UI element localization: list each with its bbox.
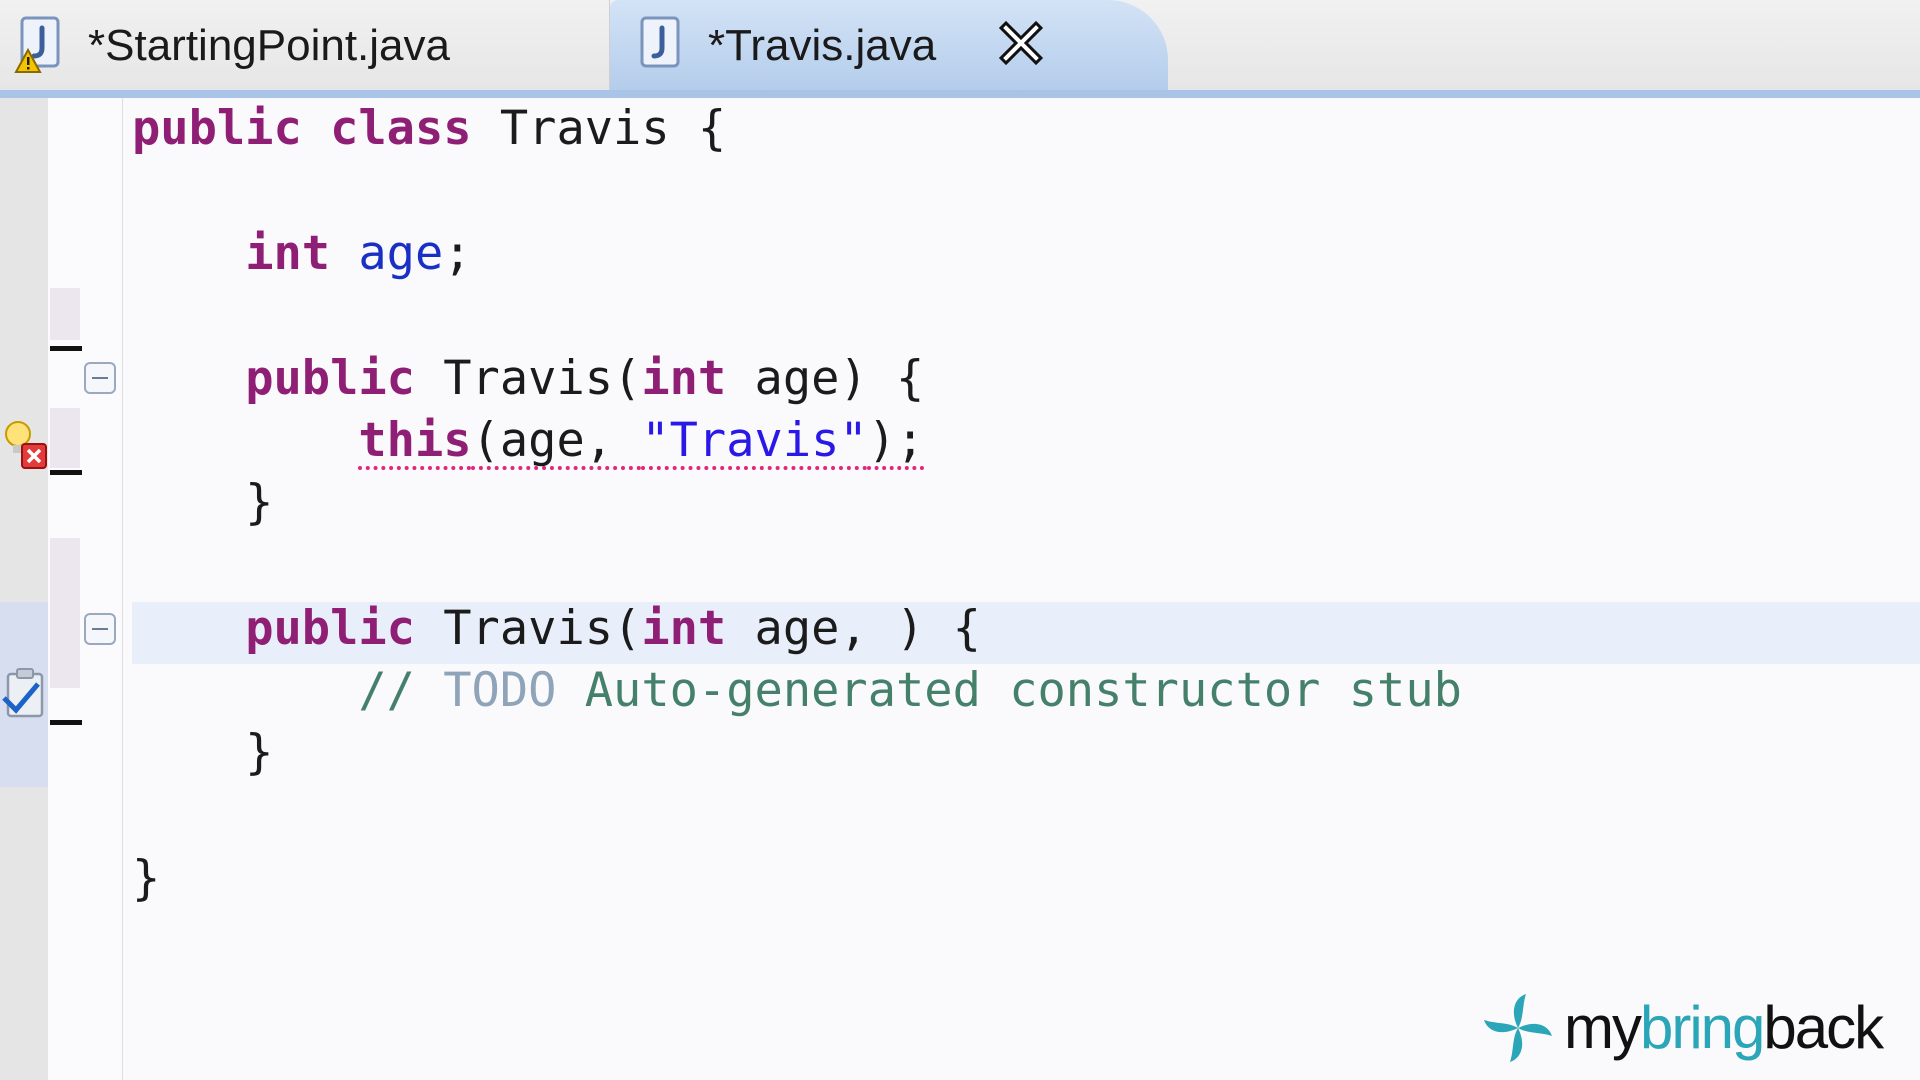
mybringback-watermark: mybringback (1480, 990, 1920, 1070)
code-line-3[interactable]: int age; (132, 223, 472, 285)
keyword: public (245, 351, 415, 406)
keyword: int (641, 601, 727, 656)
code-text: Travis( (414, 351, 642, 406)
code-line-1[interactable]: public class Travis { (132, 98, 726, 160)
tab-travis-java[interactable]: *Travis.java (610, 0, 1168, 90)
keyword: this (358, 413, 472, 468)
task-icon[interactable] (2, 666, 48, 722)
annotation-gutter[interactable] (0, 98, 48, 1080)
change-marker (50, 288, 80, 340)
comment: Auto-generated constructor stub (556, 663, 1462, 718)
code-text: } (132, 475, 274, 530)
code-text: } (132, 725, 274, 780)
keyword: class (330, 101, 472, 156)
code-line-13[interactable]: } (132, 848, 160, 910)
collapse-icon[interactable] (84, 362, 116, 394)
pinwheel-logo-icon (1484, 994, 1552, 1062)
code-text: Travis( (414, 601, 642, 656)
keyword: public (132, 101, 302, 156)
keyword: int (245, 226, 331, 281)
java-file-icon (640, 16, 680, 68)
change-marker (50, 538, 80, 688)
change-marker (50, 346, 82, 351)
keyword: public (245, 601, 415, 656)
keyword: int (641, 351, 727, 406)
code-text: age, ) { (726, 601, 981, 656)
comment: // (358, 663, 444, 718)
error-underlined-call: this(age, "Travis"); (358, 413, 924, 468)
watermark-text: mybringback (1564, 992, 1884, 1064)
todo-tag: TODO (443, 663, 557, 718)
tab-label: *Travis.java (708, 21, 937, 70)
code-line-10[interactable]: // TODO Auto-generated constructor stub (132, 660, 1462, 722)
close-tab-icon[interactable] (998, 20, 1044, 66)
change-marker (50, 408, 80, 468)
change-marker (50, 470, 82, 475)
watermark-part: my (1564, 994, 1642, 1061)
tab-label: *StartingPoint.java (88, 21, 450, 70)
code-line-9[interactable]: public Travis(int age, ) { (132, 598, 981, 660)
code-line-7[interactable]: } (132, 472, 273, 534)
code-text: Travis { (471, 101, 727, 156)
code-text: ; (443, 226, 472, 281)
editor-tab-bar: *StartingPoint.java *Travis.java (0, 0, 1920, 98)
code-text: age) { (726, 351, 925, 406)
code-line-5[interactable]: public Travis(int age) { (132, 348, 924, 410)
error-lightbulb-icon[interactable] (2, 418, 50, 470)
code-line-6[interactable]: this(age, "Travis"); (132, 410, 924, 472)
string-literal: "Travis" (641, 413, 868, 468)
code-text: ); (867, 413, 925, 468)
collapse-icon[interactable] (84, 613, 116, 645)
change-marker (50, 720, 82, 725)
code-editor[interactable]: public class Travis { int age; public Tr… (0, 98, 1920, 1080)
code-text: } (132, 851, 161, 906)
java-file-warning-icon (14, 16, 60, 73)
field-name: age (358, 226, 444, 281)
code-text: (age, (471, 413, 642, 468)
watermark-part: back (1763, 994, 1884, 1061)
code-line-11[interactable]: } (132, 722, 273, 784)
watermark-part: bring (1639, 994, 1765, 1061)
tab-startingpoint-java[interactable]: *StartingPoint.java (0, 0, 610, 90)
